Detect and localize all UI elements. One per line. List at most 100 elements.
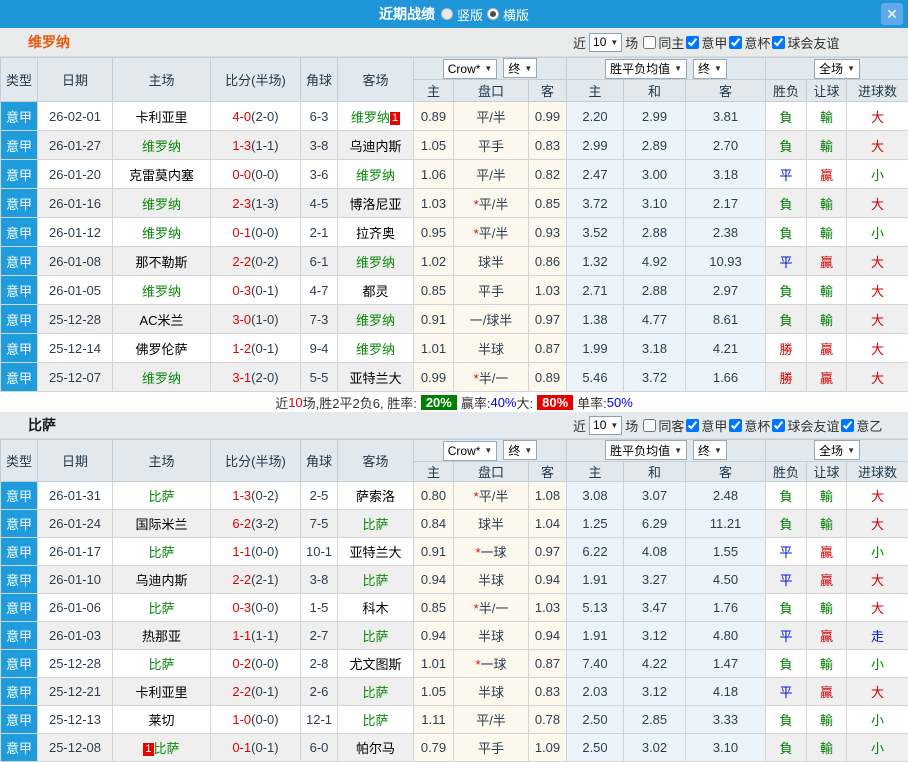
checkbox-球会友谊[interactable] — [772, 36, 785, 49]
col-away: 客场 — [338, 440, 414, 482]
checkbox-意甲[interactable] — [686, 419, 699, 432]
avg-draw-cell: 3.07 — [624, 481, 686, 509]
result-handicap-cell: 贏 — [807, 621, 847, 649]
team-name: 维罗纳 — [351, 110, 390, 125]
horizontal-layout-radio[interactable] — [487, 8, 499, 20]
score-cell: 6-2(3-2) — [211, 509, 301, 537]
odds-home-cell: 0.89 — [414, 102, 454, 131]
result-handicap-cell: 贏 — [807, 363, 847, 392]
date-cell: 25-12-21 — [38, 677, 113, 705]
bookmaker-select[interactable]: Crow* — [443, 441, 498, 461]
handicap-text: 半/一 — [479, 371, 509, 386]
games-label: 场 — [625, 416, 638, 435]
result-wdl-cell: 勝 — [766, 363, 807, 392]
odds-home-cell: 1.11 — [414, 705, 454, 733]
bookmaker-select[interactable]: Crow* — [443, 59, 498, 79]
checkbox-意乙[interactable] — [841, 419, 854, 432]
score-cell: 2-3(1-3) — [211, 189, 301, 218]
odds-stage-select[interactable]: 终 — [503, 58, 537, 78]
score-cell: 0-1(0-0) — [211, 218, 301, 247]
filter-option: 同客 — [641, 416, 684, 435]
team-name: 热那亚 — [142, 629, 181, 644]
avg-draw-cell: 2.99 — [624, 102, 686, 131]
handicap-cell: *一球 — [454, 537, 529, 565]
league-cell: 意甲 — [1, 621, 38, 649]
league-cell: 意甲 — [1, 537, 38, 565]
checkbox-意杯[interactable] — [729, 419, 742, 432]
result-handicap-cell: 贏 — [807, 537, 847, 565]
checkbox-label: 意甲 — [701, 33, 727, 52]
match-row: 意甲26-01-27维罗纳1-3(1-1)3-8乌迪内斯1.05平手0.832.… — [1, 131, 908, 160]
avg-away-cell: 3.10 — [686, 733, 766, 761]
avg-home-cell: 2.71 — [567, 276, 624, 305]
home-team-cell: 1比萨 — [113, 733, 211, 761]
avg-type-select[interactable]: 胜平负均值 — [605, 59, 687, 79]
team-name: 维罗纳 — [356, 342, 395, 357]
result-wdl-cell: 負 — [766, 189, 807, 218]
team-name: 乌迪内斯 — [135, 573, 187, 588]
corners-cell: 4-5 — [301, 189, 338, 218]
avg-stage-select[interactable]: 终 — [693, 440, 727, 460]
result-goals-cell: 大 — [847, 102, 908, 131]
avg-home-cell: 1.91 — [567, 621, 624, 649]
home-team-cell: 比萨 — [113, 649, 211, 677]
league-cell: 意甲 — [1, 481, 38, 509]
date-cell: 25-12-28 — [38, 649, 113, 677]
odds-home-cell: 0.94 — [414, 621, 454, 649]
handicap-text: 半/一 — [479, 601, 509, 616]
vertical-layout-radio[interactable] — [441, 8, 453, 20]
halftime-score: (0-0) — [251, 712, 278, 727]
col-score: 比分(半场) — [211, 440, 301, 482]
avg-draw-cell: 4.77 — [624, 305, 686, 334]
checkbox-意甲[interactable] — [686, 36, 699, 49]
team-name: 科木 — [362, 601, 388, 616]
checkbox-label: 意甲 — [701, 416, 727, 435]
fulltime-score: 0-1 — [232, 225, 251, 240]
result-goals-cell: 大 — [847, 677, 908, 705]
match-count-select[interactable]: 10 — [589, 416, 622, 435]
handicap-text: 一球 — [481, 657, 507, 672]
score-cell: 2-2(0-2) — [211, 247, 301, 276]
checkbox-同客[interactable] — [643, 419, 656, 432]
result-wdl-cell: 負 — [766, 705, 807, 733]
scope-select[interactable]: 全场 — [814, 440, 860, 460]
handicap-text: 一球 — [481, 545, 507, 560]
checkbox-意杯[interactable] — [729, 36, 742, 49]
handicap-text: 球半 — [478, 517, 504, 532]
halftime-score: (0-0) — [251, 544, 278, 559]
handicap-cell: 半球 — [454, 334, 529, 363]
red-card-badge: 1 — [143, 743, 153, 756]
away-team-cell: 维罗纳 — [338, 305, 414, 334]
matches-table: 类型 日期 主场 比分(半场) 角球 客场 Crow*终 胜平负均值终 全场 主… — [0, 439, 908, 762]
result-handicap-cell: 贏 — [807, 565, 847, 593]
avg-draw-cell: 3.12 — [624, 677, 686, 705]
result-group-header: 全场 — [766, 440, 908, 462]
result-goals-cell: 小 — [847, 537, 908, 565]
avg-home-cell: 1.99 — [567, 334, 624, 363]
team-name: 乌迪内斯 — [349, 139, 401, 154]
handicap-text: 平/半 — [476, 168, 506, 183]
league-cell: 意甲 — [1, 593, 38, 621]
matches-tbody: 意甲26-01-31比萨1-3(0-2)2-5萨索洛0.80*平/半1.083.… — [1, 481, 908, 761]
checkbox-同主[interactable] — [643, 36, 656, 49]
odds-away-cell: 0.89 — [529, 363, 567, 392]
scope-select[interactable]: 全场 — [814, 59, 860, 79]
avg-home-cell: 1.32 — [567, 247, 624, 276]
handicap-cell: *平/半 — [454, 481, 529, 509]
checkbox-球会友谊[interactable] — [772, 419, 785, 432]
away-team-cell: 维罗纳 — [338, 160, 414, 189]
home-team-cell: 维罗纳 — [113, 218, 211, 247]
avg-draw-cell: 3.27 — [624, 565, 686, 593]
close-icon[interactable] — [881, 3, 903, 25]
match-count-select[interactable]: 10 — [589, 33, 622, 52]
corners-cell: 4-7 — [301, 276, 338, 305]
result-wdl-cell: 負 — [766, 131, 807, 160]
away-team-cell: 博洛尼亚 — [338, 189, 414, 218]
halftime-score: (0-2) — [251, 488, 278, 503]
odds-home-cell: 1.06 — [414, 160, 454, 189]
avg-stage-select[interactable]: 终 — [693, 59, 727, 79]
avg-type-select[interactable]: 胜平负均值 — [605, 440, 687, 460]
date-cell: 26-01-12 — [38, 218, 113, 247]
odds-away-cell: 1.03 — [529, 276, 567, 305]
odds-stage-select[interactable]: 终 — [503, 440, 537, 460]
